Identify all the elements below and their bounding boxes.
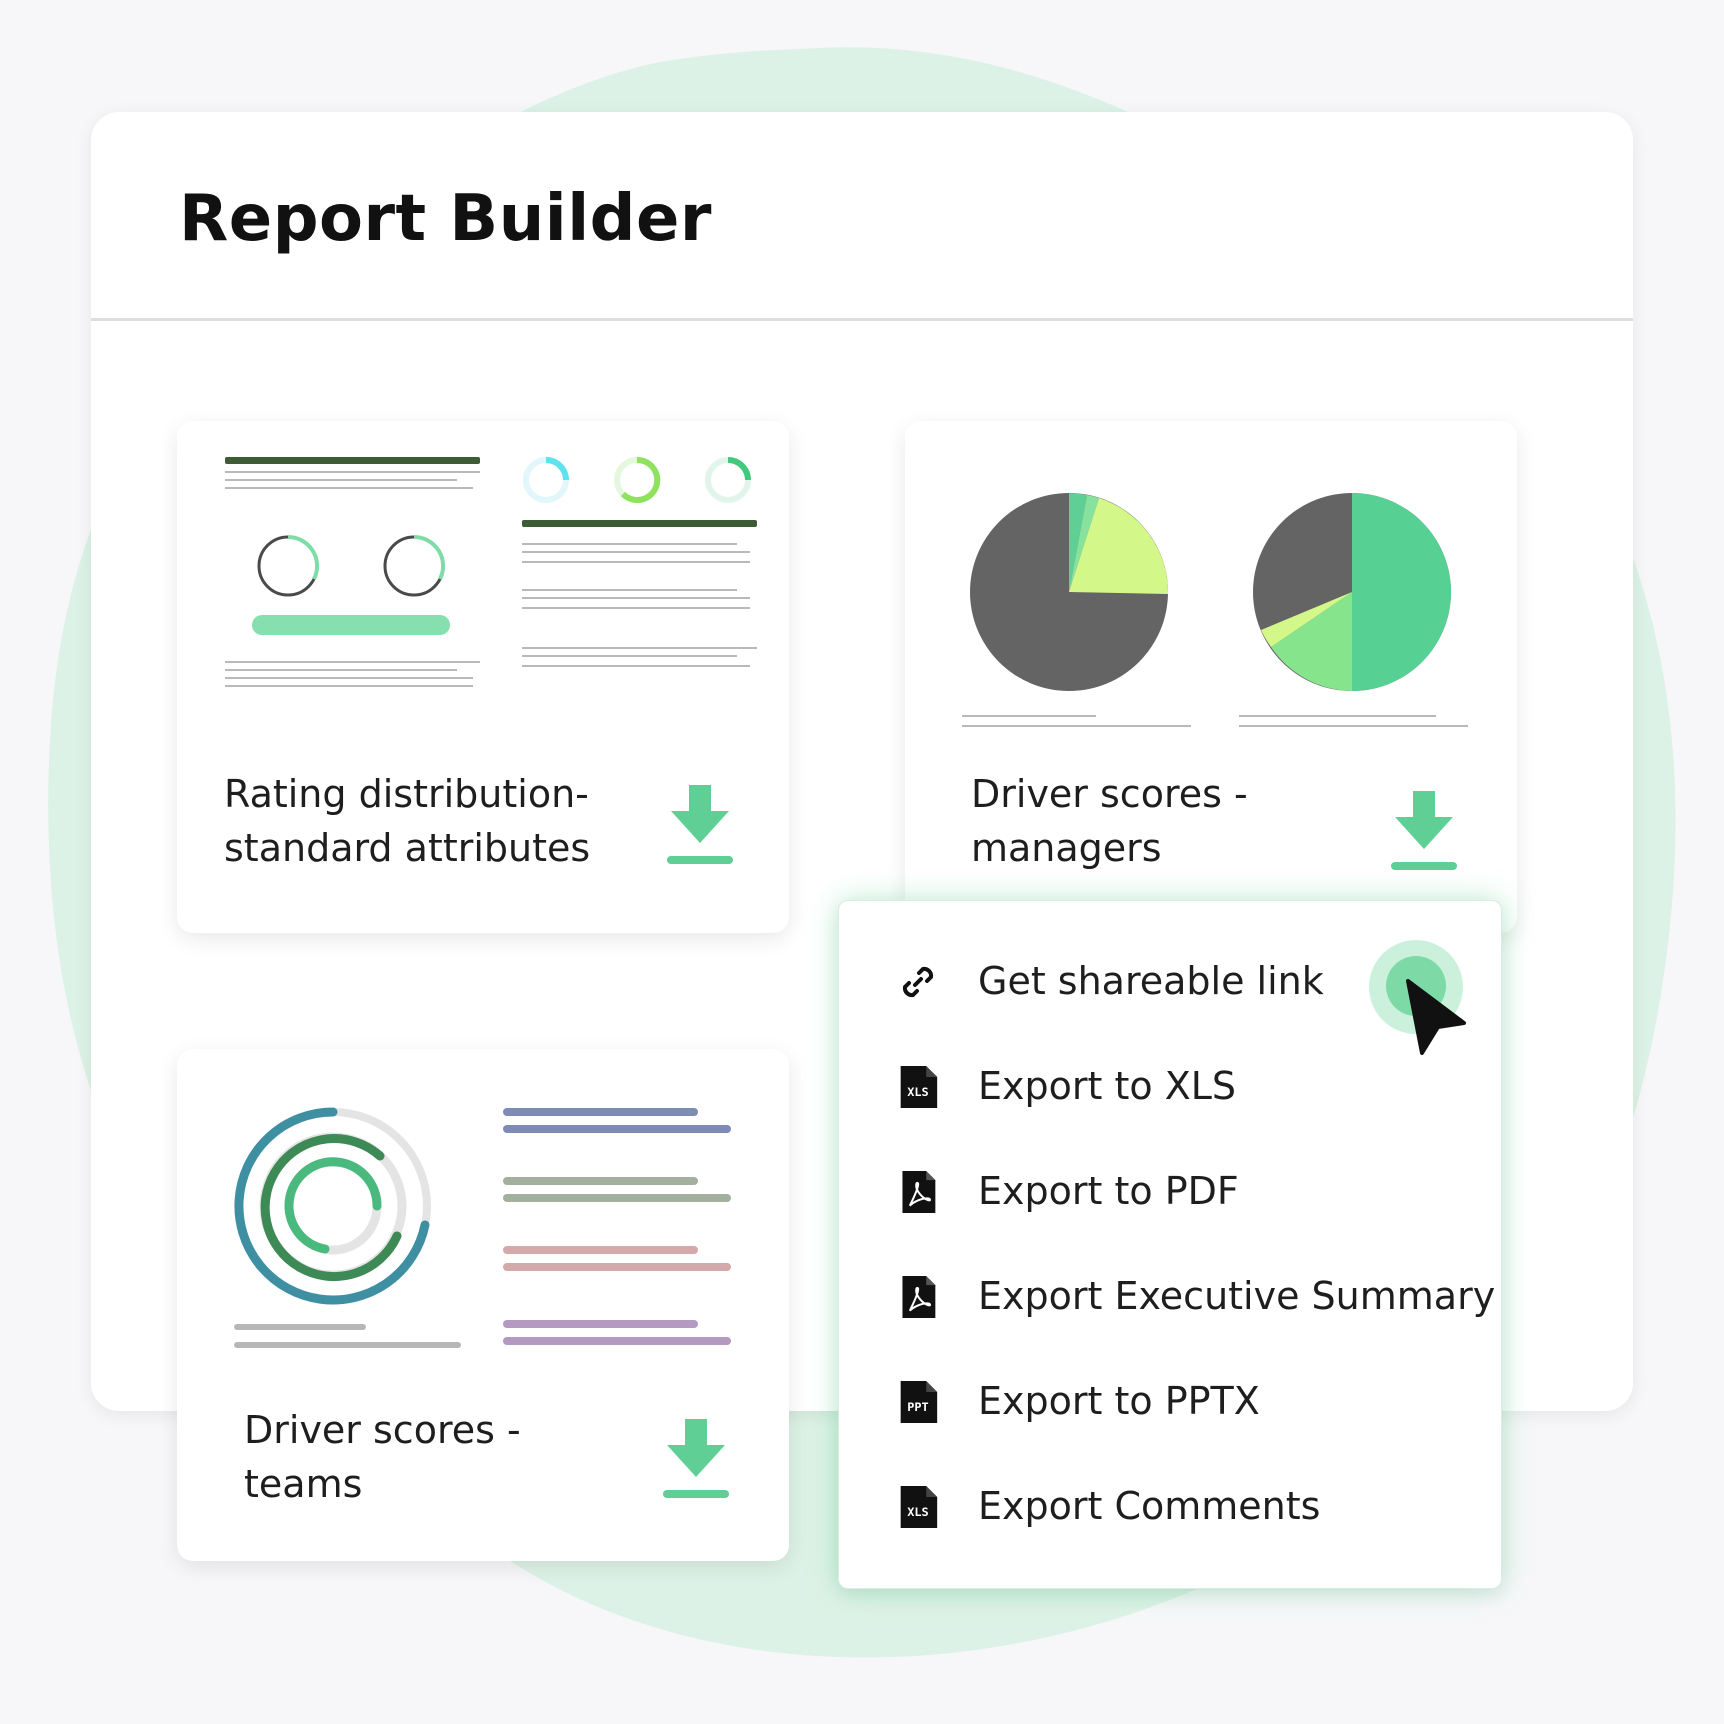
thumb-bar bbox=[503, 1177, 698, 1185]
download-icon[interactable] bbox=[667, 785, 733, 869]
thumb-text-line bbox=[1239, 725, 1468, 727]
xls-file-icon: XLS bbox=[900, 1486, 938, 1528]
thumb-text-line bbox=[522, 589, 737, 591]
thumb-donut bbox=[383, 534, 446, 597]
menu-item-export-executive-summary[interactable]: Export Executive Summary bbox=[839, 1252, 1501, 1342]
menu-item-label: Export to PPTX bbox=[978, 1379, 1260, 1423]
thumb-text-line bbox=[225, 685, 473, 687]
ppt-icon-text: PPT bbox=[907, 1400, 928, 1414]
thumb-mini-donut bbox=[614, 456, 661, 503]
header-divider bbox=[91, 318, 1633, 321]
thumb-text-line bbox=[225, 677, 473, 679]
thumb-text-line bbox=[522, 607, 750, 609]
thumb-heading-line bbox=[522, 520, 757, 527]
thumb-text-line bbox=[225, 661, 480, 663]
thumb-progress-bar bbox=[252, 615, 450, 635]
thumb-text-line bbox=[962, 725, 1191, 727]
thumb-text-line bbox=[234, 1324, 366, 1330]
report-thumbnail bbox=[225, 456, 757, 687]
card-title: Rating distribution- standard attributes bbox=[224, 772, 591, 870]
thumb-text-line bbox=[225, 669, 457, 671]
thumb-pie-chart bbox=[1253, 493, 1451, 691]
thumb-text-line bbox=[522, 561, 750, 563]
thumb-bar bbox=[503, 1337, 731, 1345]
thumb-donut bbox=[257, 534, 320, 597]
pdf-file-icon bbox=[902, 1276, 936, 1318]
thumb-text-line bbox=[522, 647, 757, 649]
report-thumbnail bbox=[962, 493, 1468, 727]
report-card-driver-scores-managers[interactable]: Driver scores - managers bbox=[905, 421, 1517, 933]
card-title: Driver scores - managers bbox=[971, 772, 1248, 870]
thumb-heading-line bbox=[225, 457, 480, 464]
thumb-text-line bbox=[225, 487, 473, 489]
page-title: Report Builder bbox=[179, 182, 712, 256]
menu-item-export-pdf[interactable]: Export to PDF bbox=[839, 1147, 1501, 1237]
thumb-text-line bbox=[522, 655, 737, 657]
page-background: Report Builder Rating distribution- stan… bbox=[0, 0, 1724, 1724]
thumb-radial-chart bbox=[234, 1107, 431, 1305]
thumb-text-line bbox=[225, 471, 480, 473]
report-card-rating-distribution[interactable]: Rating distribution- standard attributes bbox=[177, 421, 789, 933]
mouse-pointer-icon bbox=[1406, 979, 1466, 1055]
thumb-text-line bbox=[1239, 715, 1436, 717]
thumb-text-line bbox=[225, 479, 457, 481]
menu-item-label: Export to XLS bbox=[978, 1064, 1237, 1108]
thumb-bar bbox=[503, 1320, 698, 1328]
thumb-mini-donut bbox=[523, 457, 569, 503]
card-title: Driver scores - teams bbox=[244, 1408, 521, 1506]
link-icon bbox=[902, 966, 934, 998]
menu-item-label: Get shareable link bbox=[978, 959, 1324, 1003]
menu-item-label: Export to PDF bbox=[978, 1169, 1239, 1213]
xls-icon-text: XLS bbox=[907, 1085, 928, 1099]
thumb-text-line bbox=[522, 597, 750, 599]
thumb-text-line bbox=[522, 665, 750, 667]
thumb-bar bbox=[503, 1246, 698, 1254]
thumb-text-line bbox=[522, 551, 750, 553]
thumb-mini-donut bbox=[705, 457, 751, 503]
thumb-text-line bbox=[522, 543, 737, 545]
thumb-pie-chart bbox=[970, 493, 1169, 691]
thumb-text-line bbox=[962, 715, 1096, 717]
thumb-bar bbox=[503, 1125, 731, 1133]
thumb-text-line bbox=[234, 1342, 461, 1348]
pptx-file-icon: PPT bbox=[900, 1381, 938, 1423]
menu-item-export-comments[interactable]: XLS Export Comments bbox=[839, 1462, 1501, 1552]
menu-item-export-pptx[interactable]: PPT Export to PPTX bbox=[839, 1357, 1501, 1447]
menu-item-label: Export Executive Summary bbox=[978, 1274, 1496, 1318]
xls-file-icon: XLS bbox=[900, 1066, 938, 1108]
xls-icon-text: XLS bbox=[907, 1505, 928, 1519]
report-card-driver-scores-teams[interactable]: Driver scores - teams bbox=[177, 1049, 789, 1561]
pdf-file-icon bbox=[902, 1171, 936, 1213]
thumb-bar bbox=[503, 1108, 698, 1116]
thumb-bar bbox=[503, 1263, 731, 1271]
download-icon[interactable] bbox=[663, 1419, 729, 1503]
thumb-bar bbox=[503, 1194, 731, 1202]
menu-item-label: Export Comments bbox=[978, 1484, 1321, 1528]
download-icon[interactable] bbox=[1391, 791, 1457, 875]
report-thumbnail bbox=[234, 1107, 731, 1348]
